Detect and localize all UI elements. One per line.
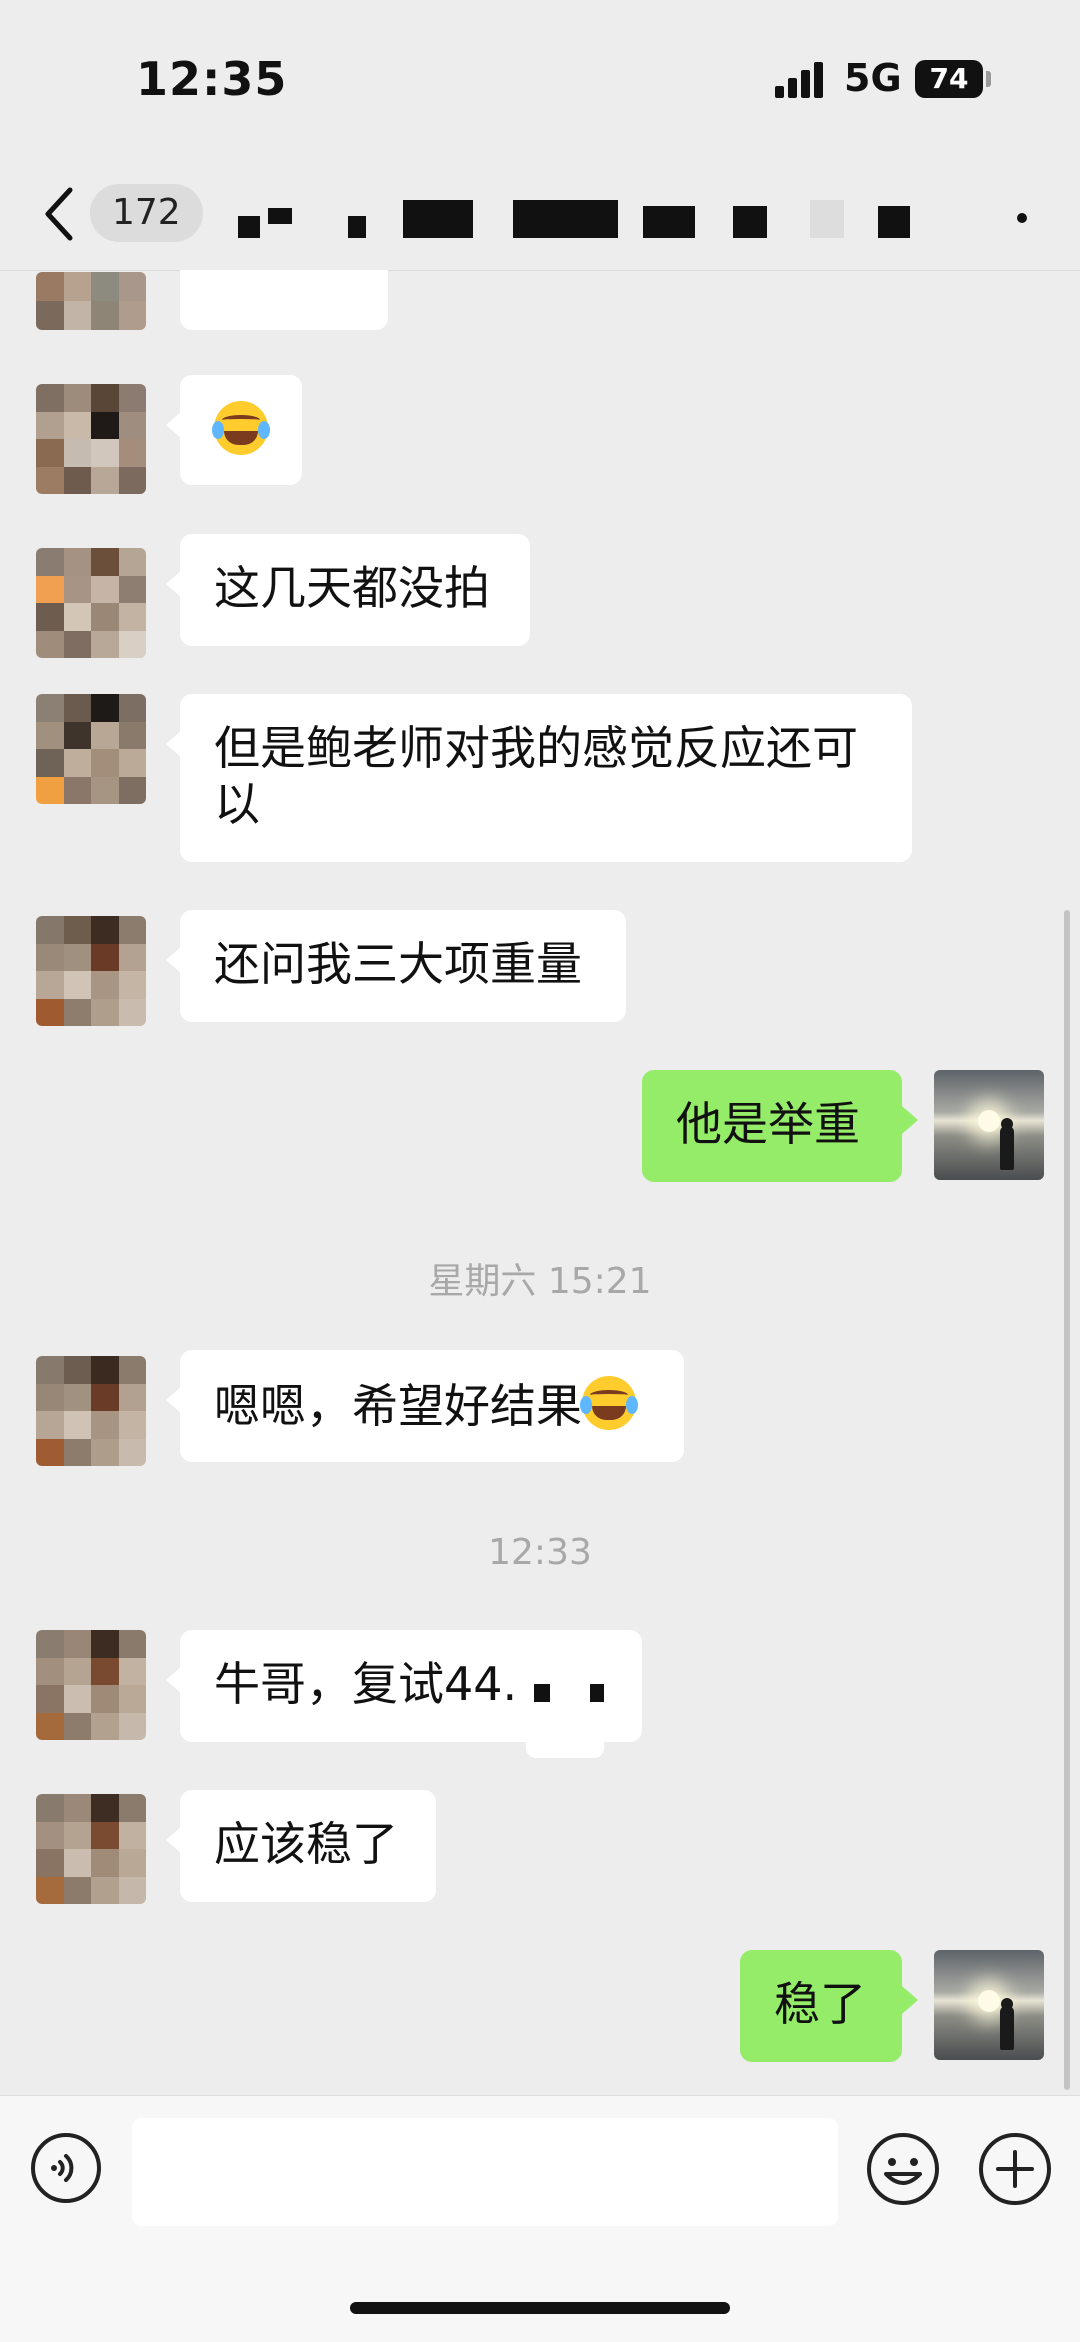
redaction-mark [534,1684,550,1702]
message-text: 嗯嗯，希望好结果 [214,1379,582,1433]
unread-count-badge[interactable]: 172 [90,184,203,242]
voice-icon[interactable] [30,2132,102,2204]
contact-avatar[interactable] [36,1794,146,1904]
laughing-tears-emoji [580,1376,638,1430]
plus-icon[interactable] [978,2132,1052,2206]
signal-icon [775,62,829,98]
scrollbar[interactable] [1064,910,1070,2090]
network-type: 5G [844,56,902,100]
contact-avatar[interactable] [36,916,146,1026]
contact-avatar[interactable] [36,1630,146,1740]
message-bubble[interactable]: 还问我三大项重量 [166,910,626,1022]
message-bubble[interactable]: 应该稳了 [166,1790,436,1902]
home-indicator[interactable] [350,2302,730,2314]
more-dots-icon[interactable] [1000,198,1060,238]
status-bar: 12:35 5G 74 [0,0,1080,160]
redaction-mark [590,1684,604,1702]
message-bubble-outgoing[interactable]: 稳了 [740,1950,918,2062]
contact-avatar[interactable] [36,694,146,804]
message-bubble[interactable]: 但是鲍老师对我的感觉反应还可以 [166,694,912,862]
my-avatar[interactable] [934,1070,1044,1180]
status-time: 12:35 [136,52,288,106]
battery-tip [986,71,991,87]
redaction-patch [526,1736,604,1758]
contact-avatar[interactable] [36,272,146,330]
chevron-left-icon[interactable] [40,184,80,244]
message-text: 还问我三大项重量 [214,937,582,991]
battery-level: 74 [929,62,969,95]
message-bubble[interactable]: 嗯嗯，希望好结果 [166,1350,684,1462]
message-text: 这几天都没拍 [214,561,490,615]
message-text: 牛哥，复试44. [214,1657,518,1711]
message-bubble[interactable]: 这几天都没拍 [166,534,530,646]
message-text: 稳了 [774,1977,866,2031]
chat-title-redacted [238,198,938,238]
message-text: 他是举重 [676,1097,860,1151]
contact-avatar[interactable] [36,1356,146,1466]
my-avatar[interactable] [934,1950,1044,2060]
battery-icon: 74 [915,60,983,98]
timestamp: 12:33 [488,1532,592,1573]
timestamp: 星期六 15:21 [428,1261,652,1302]
message-bubble[interactable]: 牛哥，复试44. [166,1630,642,1742]
chat-header: 172 [0,160,1080,271]
message-bubble-outgoing[interactable]: 他是举重 [642,1070,918,1182]
laughing-tears-emoji [212,401,270,455]
message-input[interactable] [132,2118,838,2226]
contact-avatar[interactable] [36,548,146,658]
message-bubble[interactable] [166,375,302,485]
message-text: 但是鲍老师对我的感觉反应还可以 [214,721,858,831]
contact-avatar[interactable] [36,384,146,494]
emoji-icon[interactable] [866,2132,940,2206]
message-text: 应该稳了 [214,1817,398,1871]
